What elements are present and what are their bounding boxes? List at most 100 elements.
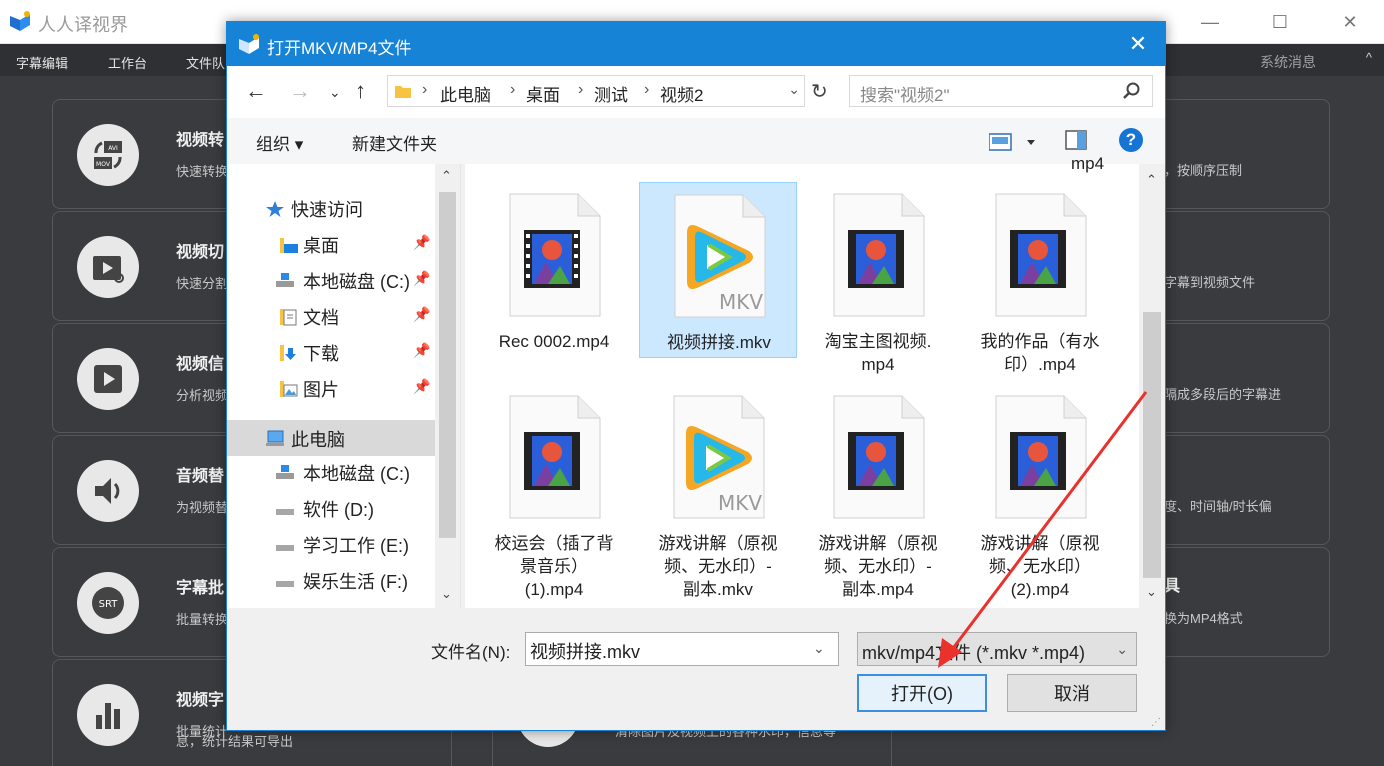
filename-input[interactable]: 视频拼接.mkv (525, 632, 839, 666)
file-item[interactable]: MKV 游戏讲解（原视 频、无水印）- 副本.mkv (639, 384, 797, 608)
file-item[interactable]: 校运会（插了背 景音乐） (1).mp4 (475, 384, 633, 608)
scrollbar-thumb[interactable] (439, 192, 456, 538)
search-input[interactable]: 搜索"视频2" (849, 75, 1153, 107)
refresh-icon[interactable]: ↻ (811, 79, 828, 104)
app-logo-icon (10, 11, 30, 31)
svg-text:SRT: SRT (99, 599, 119, 610)
breadcrumb-this-pc[interactable]: 此电脑 (440, 81, 491, 106)
nav-item-study-work-e[interactable]: 学习工作 (E:) (227, 528, 435, 560)
open-button[interactable]: 打开(O) (857, 674, 987, 712)
maximize-button[interactable]: ☐ (1260, 8, 1300, 36)
preview-pane-icon[interactable] (1065, 130, 1087, 150)
nav-label: 学习工作 (E:) (303, 536, 409, 556)
card-title: 字幕批 (176, 580, 225, 597)
breadcrumb-test[interactable]: 测试 (594, 81, 628, 106)
back-arrow-icon[interactable]: ← (245, 78, 267, 104)
nav-item-pictures[interactable]: 图片 📌 (227, 372, 435, 404)
nav-item-local-disk-c-quick[interactable]: 本地磁盘 (C:) 📌 (227, 264, 435, 296)
nav-label: 图片 (303, 380, 339, 400)
breadcrumb-desktop[interactable]: 桌面 (526, 81, 560, 106)
app-close-button[interactable]: ✕ (1330, 8, 1370, 36)
nav-item-desktop[interactable]: 桌面 📌 (227, 228, 435, 260)
nav-item-local-disk-c[interactable]: 本地磁盘 (C:) (227, 456, 435, 488)
forward-arrow-icon[interactable]: → (289, 78, 311, 104)
file-type-dropdown-icon[interactable]: ⌄ (1116, 641, 1128, 658)
address-bar[interactable]: › 此电脑 › 桌面 › 测试 › 视频2 ⌄ (387, 75, 805, 107)
scroll-up-icon[interactable]: ⌃ (441, 168, 452, 184)
star-icon (266, 201, 284, 217)
video-convert-icon: AVI MOV (77, 124, 139, 186)
video-info-icon (77, 348, 139, 410)
search-icon[interactable] (1122, 81, 1142, 101)
nav-pane-scrollbar[interactable]: ⌃ ⌄ (435, 164, 460, 608)
card-title: 具 (1164, 578, 1181, 595)
scrollbar-thumb[interactable] (1143, 312, 1161, 578)
scroll-up-icon[interactable]: ⌃ (1146, 172, 1157, 188)
video-file-icon (833, 193, 925, 317)
file-item[interactable]: 我的作品（有水 印）.mp4 (961, 182, 1119, 374)
nav-label: 快速访问 (291, 200, 363, 220)
file-item-selected[interactable]: MKV 视频拼接.mkv (639, 182, 797, 358)
pin-icon: 📌 (413, 234, 431, 250)
cancel-button[interactable]: 取消 (1007, 674, 1137, 712)
recent-locations-chevron-icon[interactable]: ⌄ (329, 84, 341, 101)
video-file-icon (995, 395, 1087, 519)
nav-item-quick-access[interactable]: 快速访问 (227, 192, 435, 224)
file-name: 游戏讲解（原视 频、无水印）- 副本.mp4 (818, 534, 938, 599)
nav-item-entertainment-f[interactable]: 娱乐生活 (F:) (227, 564, 435, 596)
view-options-icon[interactable] (989, 132, 1039, 152)
drive-icon (276, 273, 294, 287)
drive-icon (276, 581, 294, 587)
up-arrow-icon[interactable]: ↑ (355, 78, 366, 104)
file-name: Rec 0002.mp4 (498, 332, 610, 351)
nav-item-downloads[interactable]: 下载 📌 (227, 336, 435, 368)
minimize-button[interactable]: — (1190, 8, 1230, 36)
file-pane-scrollbar[interactable]: ⌃ ⌄ (1139, 164, 1165, 608)
file-item[interactable]: 游戏讲解（原视 频、无水印） (2).mp4 (961, 384, 1119, 608)
scroll-down-icon[interactable]: ⌄ (441, 586, 452, 602)
video-file-icon (995, 193, 1087, 317)
nav-item-this-pc[interactable]: 此电脑 (227, 420, 435, 456)
breadcrumb-video2[interactable]: 视频2 (660, 81, 703, 106)
new-folder-button[interactable]: 新建文件夹 (352, 130, 437, 155)
organize-button[interactable]: 组织 ▾ (256, 130, 303, 155)
address-dropdown-icon[interactable]: ⌄ (788, 81, 800, 98)
filename-dropdown-icon[interactable]: ⌄ (813, 640, 825, 657)
resize-grip-icon[interactable]: ⋰ (1151, 717, 1161, 728)
open-file-dialog: 打开MKV/MP4文件 ✕ ← → ⌄ ↑ › 此电脑 › 桌面 › 测试 › … (226, 21, 1166, 731)
menu-file-queue[interactable]: 文件队 (186, 53, 225, 72)
folder-icon (395, 86, 411, 98)
nav-label: 桌面 (303, 236, 339, 256)
breadcrumb-separator: › (510, 81, 516, 98)
file-item[interactable]: 淘宝主图视频. mp4 (799, 182, 957, 374)
card-desc: ，按顺序压制 (1164, 163, 1243, 178)
drive-icon (276, 545, 294, 551)
nav-label: 下载 (303, 344, 339, 364)
nav-item-documents[interactable]: 文档 📌 (227, 300, 435, 332)
svg-text:MOV: MOV (96, 161, 111, 168)
nav-item-software-d[interactable]: 软件 (D:) (227, 492, 435, 524)
card-desc: 度、时间轴/时长偏 (1164, 499, 1272, 514)
file-item[interactable]: 游戏讲解（原视 频、无水印）- 副本.mp4 (799, 384, 957, 608)
help-icon[interactable]: ? (1119, 128, 1143, 152)
app-title: 人人译视界 (38, 15, 128, 35)
svg-text:MKV: MKV (718, 491, 762, 515)
card-desc: 批量转换 (176, 612, 229, 627)
scroll-down-icon[interactable]: ⌄ (1146, 584, 1157, 600)
menu-subtitle-edit[interactable]: 字幕编辑 (16, 53, 68, 72)
breadcrumb-separator: › (644, 81, 650, 98)
menu-workbench[interactable]: 工作台 (108, 53, 147, 72)
nav-label: 娱乐生活 (F:) (303, 572, 408, 592)
system-messages-link[interactable]: 系统消息 (1260, 52, 1316, 72)
file-item[interactable]: Rec 0002.mp4 (475, 182, 633, 358)
collapse-icon[interactable]: ^ (1366, 50, 1372, 65)
card-desc: 分析视频 (176, 388, 229, 403)
video-file-icon (833, 395, 925, 519)
svg-text:AVI: AVI (108, 145, 118, 152)
file-name: 游戏讲解（原视 频、无水印） (2).mp4 (980, 534, 1100, 599)
dialog-close-icon[interactable]: ✕ (1123, 30, 1153, 58)
nav-label: 软件 (D:) (303, 500, 374, 520)
card-title: 视频转 (176, 132, 225, 149)
card-desc-2: 息，统计结果可导出 (176, 734, 294, 749)
file-type-select[interactable]: mkv/mp4文件 (*.mkv *.mp4) ⌄ (857, 632, 1137, 666)
